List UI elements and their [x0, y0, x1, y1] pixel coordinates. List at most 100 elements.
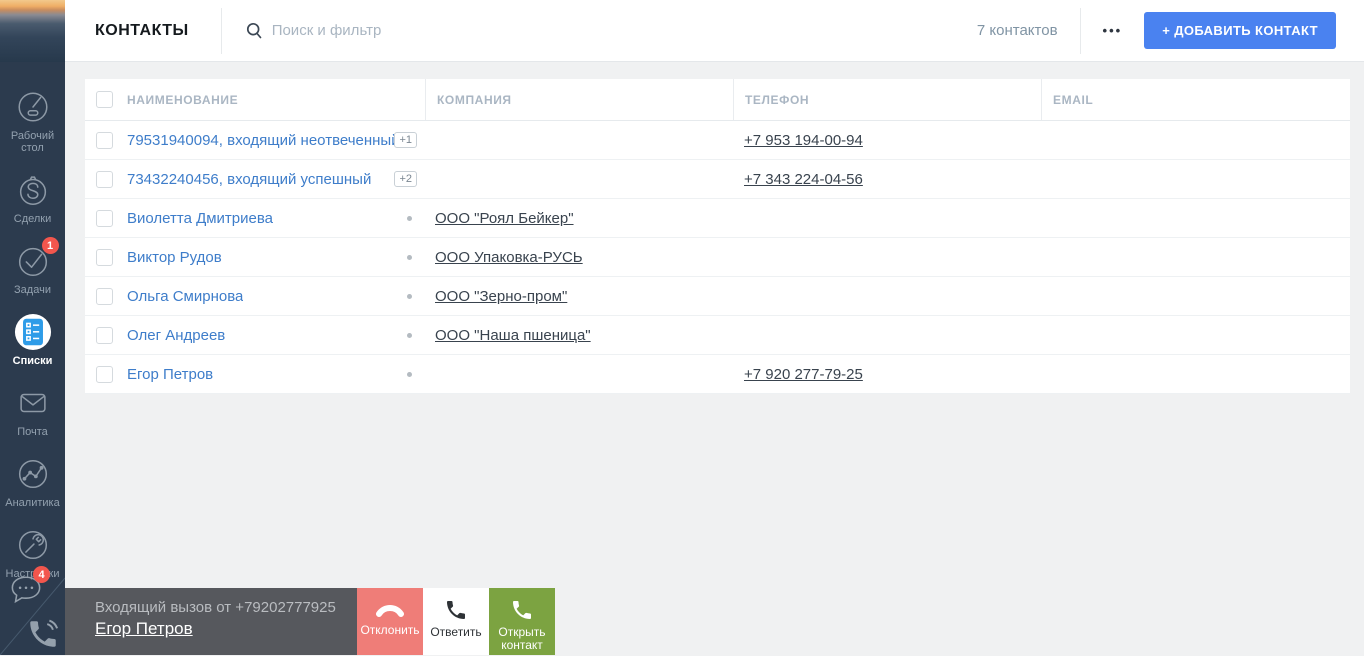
contact-name-link[interactable]: Виктор Рудов: [127, 249, 222, 266]
search-icon: [246, 22, 263, 39]
table-row[interactable]: 73432240456, входящий успешный +2 +7 343…: [85, 160, 1350, 199]
row-checkbox[interactable]: [96, 249, 113, 266]
company-link[interactable]: ООО "Наша пшеница": [435, 327, 591, 344]
phone-cell: [733, 199, 1041, 237]
sidebar-item-deals[interactable]: Сделки: [0, 163, 65, 234]
workspace-photo[interactable]: [0, 0, 65, 62]
company-link[interactable]: ООО "Роял Бейкер": [435, 210, 574, 227]
row-checkbox[interactable]: [96, 366, 113, 383]
sidebar-nav: Рабочий стол Сделки 1 Задачи: [0, 62, 65, 589]
phone-cell: +7 343 224-04-56: [733, 160, 1041, 198]
table-header-row: НАИМЕНОВАНИЕ КОМПАНИЯ ТЕЛЕФОН EMAIL: [85, 79, 1350, 121]
tasks-icon: 1: [14, 242, 52, 280]
sidebar-item-label: Списки: [2, 355, 64, 367]
contact-name-link[interactable]: Олег Андреев: [127, 327, 225, 344]
phone-down-icon: [373, 598, 407, 620]
contact-name-link[interactable]: 73432240456, входящий успешный: [127, 171, 371, 188]
table-row[interactable]: Виолетта Дмитриева ООО "Роял Бейкер": [85, 199, 1350, 238]
phone-link[interactable]: +7 343 224-04-56: [744, 171, 863, 188]
deals-icon: [14, 171, 52, 209]
header-actions: 7 контактов ••• + ДОБАВИТЬ КОНТАКТ: [977, 0, 1364, 61]
sidebar-item-label: Сделки: [2, 213, 64, 225]
select-all-checkbox[interactable]: [96, 91, 113, 108]
answer-call-button[interactable]: Ответить: [423, 588, 489, 655]
company-cell: ООО "Роял Бейкер": [425, 199, 733, 237]
contacts-table: НАИМЕНОВАНИЕ КОМПАНИЯ ТЕЛЕФОН EMAIL 7953…: [85, 79, 1350, 394]
sidebar-item-tasks[interactable]: 1 Задачи: [0, 234, 65, 305]
page-title: КОНТАКТЫ: [65, 22, 221, 40]
company-cell: ООО Упаковка-РУСЬ: [425, 238, 733, 276]
row-checkbox[interactable]: [96, 327, 113, 344]
company-cell: [425, 121, 733, 159]
name-cell: Егор Петров: [127, 355, 425, 393]
phone-cell: +7 920 277-79-25: [733, 355, 1041, 393]
email-cell: [1041, 199, 1350, 237]
settings-icon: [14, 526, 52, 564]
phone-cell: [733, 277, 1041, 315]
email-cell: [1041, 238, 1350, 276]
top-header: КОНТАКТЫ 7 контактов ••• + ДОБАВИТЬ КОНТ…: [65, 0, 1364, 62]
name-cell: Виктор Рудов: [127, 238, 425, 276]
contact-name-link[interactable]: Виолетта Дмитриева: [127, 210, 273, 227]
phone-icon[interactable]: [26, 617, 62, 653]
contacts-counter: 7 контактов: [977, 22, 1080, 39]
column-header-company[interactable]: КОМПАНИЯ: [425, 79, 733, 120]
email-cell: [1041, 121, 1350, 159]
column-header-phone[interactable]: ТЕЛЕФОН: [733, 79, 1041, 120]
phone-icon: [510, 598, 534, 622]
row-checkbox[interactable]: [96, 210, 113, 227]
sidebar-bottom: 4: [0, 560, 65, 655]
mail-icon: [14, 384, 52, 422]
phone-cell: [733, 238, 1041, 276]
chat-icon[interactable]: 4: [6, 570, 46, 610]
main-content: НАИМЕНОВАНИЕ КОМПАНИЯ ТЕЛЕФОН EMAIL 7953…: [65, 62, 1364, 655]
search-input[interactable]: [272, 22, 572, 39]
add-contact-button[interactable]: + ДОБАВИТЬ КОНТАКТ: [1144, 12, 1336, 49]
row-checkbox-cell: [85, 238, 127, 276]
row-checkbox[interactable]: [96, 288, 113, 305]
column-header-name[interactable]: НАИМЕНОВАНИЕ: [127, 79, 425, 120]
company-bullet-icon: [407, 372, 412, 377]
phone-link[interactable]: +7 953 194-00-94: [744, 132, 863, 149]
sidebar-item-lists[interactable]: Списки: [0, 305, 65, 376]
contact-name-link[interactable]: Егор Петров: [127, 366, 213, 383]
call-contact-link[interactable]: Егор Петров: [95, 619, 193, 639]
row-checkbox-cell: [85, 277, 127, 315]
column-header-email[interactable]: EMAIL: [1041, 79, 1350, 120]
open-contact-button[interactable]: Открыть контакт: [489, 588, 555, 655]
table-row[interactable]: Виктор Рудов ООО Упаковка-РУСЬ: [85, 238, 1350, 277]
name-cell: Ольга Смирнова: [127, 277, 425, 315]
phone-link[interactable]: +7 920 277-79-25: [744, 366, 863, 383]
dashboard-icon: [14, 88, 52, 126]
table-row[interactable]: Ольга Смирнова ООО "Зерно-пром": [85, 277, 1350, 316]
email-cell: [1041, 355, 1350, 393]
company-link[interactable]: ООО "Зерно-пром": [435, 288, 567, 305]
table-row[interactable]: Егор Петров +7 920 277-79-25: [85, 355, 1350, 394]
row-checkbox-cell: [85, 355, 127, 393]
decline-call-button[interactable]: Отклонить: [357, 588, 423, 655]
contact-name-link[interactable]: 79531940094, входящий неотвеченный: [127, 132, 400, 149]
company-cell: [425, 160, 733, 198]
email-cell: [1041, 316, 1350, 354]
sidebar-item-label: Почта: [2, 426, 64, 438]
sidebar-item-mail[interactable]: Почта: [0, 376, 65, 447]
call-info: Входящий вызов от +79202777925 Егор Петр…: [65, 588, 357, 655]
sidebar: Рабочий стол Сделки 1 Задачи: [0, 0, 65, 655]
sidebar-item-analytics[interactable]: Аналитика: [0, 447, 65, 518]
more-menu-icon[interactable]: •••: [1081, 23, 1145, 38]
table-row[interactable]: 79531940094, входящий неотвеченный +1 +7…: [85, 121, 1350, 160]
lists-icon: [14, 313, 52, 351]
contact-name-link[interactable]: Ольга Смирнова: [127, 288, 243, 305]
row-checkbox-cell: [85, 316, 127, 354]
row-checkbox[interactable]: [96, 171, 113, 188]
search-area: [222, 22, 977, 39]
company-link[interactable]: ООО Упаковка-РУСЬ: [435, 249, 583, 266]
company-cell: [425, 355, 733, 393]
row-checkbox[interactable]: [96, 132, 113, 149]
table-body: 79531940094, входящий неотвеченный +1 +7…: [85, 121, 1350, 394]
call-message: Входящий вызов от +79202777925: [95, 599, 347, 616]
row-checkbox-cell: [85, 121, 127, 159]
sidebar-item-desktop[interactable]: Рабочий стол: [0, 80, 65, 163]
header-checkbox-cell: [85, 79, 127, 120]
table-row[interactable]: Олег Андреев ООО "Наша пшеница": [85, 316, 1350, 355]
